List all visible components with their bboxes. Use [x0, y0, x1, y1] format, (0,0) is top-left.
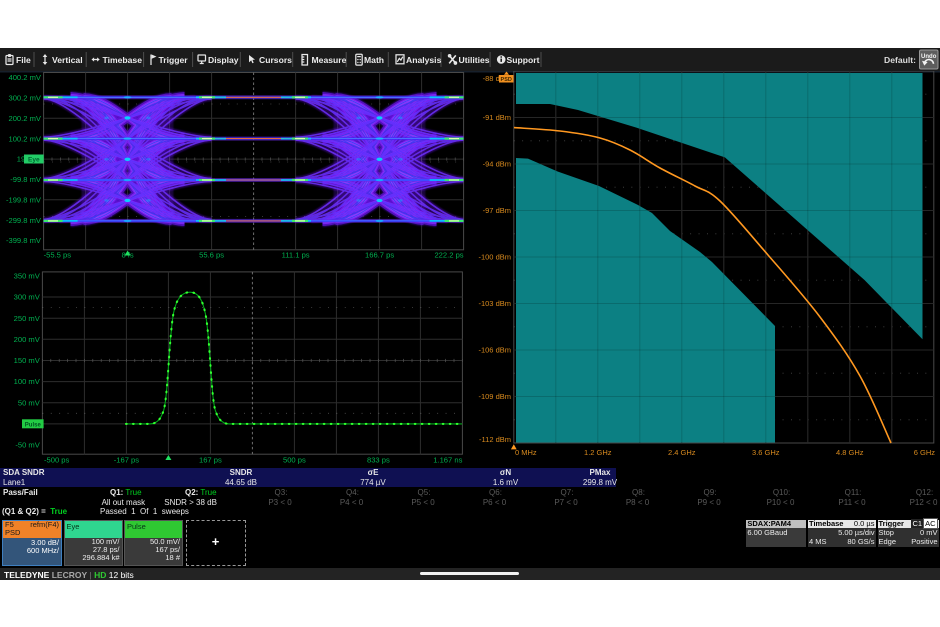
svg-text:-50 mV: -50 mV: [15, 441, 40, 450]
svg-text:-94 dBm: -94 dBm: [483, 160, 511, 169]
svg-text:200 mV: 200 mV: [14, 335, 41, 344]
svg-text:-99.8 mV: -99.8 mV: [10, 175, 42, 184]
svg-text:Support: Support: [507, 55, 540, 65]
svg-text:4.8 GHz: 4.8 GHz: [836, 448, 864, 457]
svg-text:166.7 ps: 166.7 ps: [365, 251, 394, 260]
svg-text:Trigger: Trigger: [159, 55, 189, 65]
svg-text:50 mV: 50 mV: [18, 398, 41, 407]
svg-text:Timebase: Timebase: [103, 55, 143, 65]
svg-text:File: File: [16, 55, 31, 65]
svg-text:Vertical: Vertical: [52, 55, 83, 65]
svg-text:Pulse: Pulse: [25, 422, 42, 428]
svg-text:-199.8 mV: -199.8 mV: [6, 195, 42, 204]
svg-text:833 ps: 833 ps: [367, 456, 390, 465]
svg-text:Measure: Measure: [312, 55, 347, 65]
svg-text:-399.8 mV: -399.8 mV: [6, 236, 42, 245]
svg-text:250 mV: 250 mV: [14, 314, 41, 323]
svg-text:-103 dBm: -103 dBm: [478, 299, 511, 308]
svg-text:-100 dBm: -100 dBm: [478, 253, 511, 262]
svg-text:55.6 ps: 55.6 ps: [199, 251, 224, 260]
svg-text:Analysis: Analysis: [406, 55, 442, 65]
svg-text:-500 ps: -500 ps: [44, 456, 70, 465]
svg-text:Math: Math: [364, 55, 384, 65]
svg-text:-299.8 mV: -299.8 mV: [6, 216, 42, 225]
svg-text:-109 dBm: -109 dBm: [478, 392, 511, 401]
svg-text:200.2 mV: 200.2 mV: [8, 114, 41, 123]
svg-text:167 ps: 167 ps: [199, 456, 222, 465]
svg-text:Eye: Eye: [28, 157, 40, 164]
svg-text:300.2 mV: 300.2 mV: [8, 94, 41, 103]
svg-text:500 ps: 500 ps: [283, 456, 306, 465]
svg-text:222.2 ps: 222.2 ps: [434, 251, 463, 260]
svg-text:-106 dBm: -106 dBm: [478, 346, 511, 355]
svg-text:100 mV: 100 mV: [14, 377, 41, 386]
svg-text:-97 dBm: -97 dBm: [483, 206, 511, 215]
svg-text:100.2 mV: 100.2 mV: [8, 134, 41, 143]
svg-text:Display: Display: [208, 55, 239, 65]
svg-text:Cursors: Cursors: [259, 55, 292, 65]
svg-text:PSD: PSD: [501, 77, 512, 83]
svg-text:400.2 mV: 400.2 mV: [8, 73, 41, 82]
svg-text:Default:: Default:: [884, 55, 916, 65]
svg-text:-167 ps: -167 ps: [114, 456, 140, 465]
svg-text:0 MHz: 0 MHz: [515, 448, 537, 457]
svg-text:-112 dBm: -112 dBm: [479, 435, 511, 444]
svg-text:2.4 GHz: 2.4 GHz: [668, 448, 696, 457]
svg-text:1.2 GHz: 1.2 GHz: [584, 448, 612, 457]
svg-text:1.167 ns: 1.167 ns: [433, 456, 462, 465]
svg-text:-91 dBm: -91 dBm: [483, 113, 511, 122]
svg-text:3.6 GHz: 3.6 GHz: [752, 448, 780, 457]
svg-text:350 mV: 350 mV: [14, 272, 41, 281]
svg-text:300 mV: 300 mV: [14, 293, 41, 302]
svg-text:-55.5 ps: -55.5 ps: [44, 251, 72, 260]
svg-text:111.1 ps: 111.1 ps: [282, 251, 310, 260]
svg-text:6 GHz: 6 GHz: [914, 448, 936, 457]
svg-text:150 mV: 150 mV: [14, 356, 41, 365]
svg-text:Utilities: Utilities: [459, 55, 490, 65]
